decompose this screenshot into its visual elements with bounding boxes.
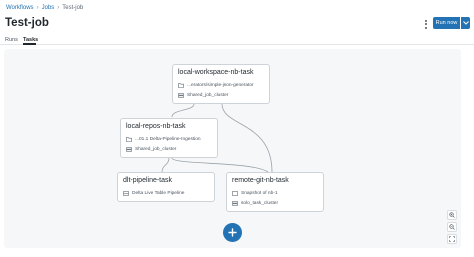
chevron-down-icon (462, 21, 469, 25)
edge-workspace-to-repos (171, 103, 195, 118)
task-title: dlt-pipeline-task (123, 177, 173, 184)
cluster-icon (178, 93, 184, 98)
chevron-right-icon: › (57, 5, 60, 11)
zoom-out-icon (449, 224, 455, 230)
task-node-local-workspace[interactable]: local-workspace-nb-task ...erators/simpl… (172, 64, 270, 104)
fit-view-button[interactable] (447, 234, 457, 244)
zoom-in-icon (449, 212, 455, 218)
cluster-icon (126, 147, 132, 152)
task-title: remote-git-nb-task (232, 177, 289, 184)
cluster-icon (232, 201, 238, 206)
breadcrumb-jobs[interactable]: Jobs (42, 5, 55, 11)
breadcrumb-workflows[interactable]: Workflows (6, 5, 34, 11)
breadcrumb: Workflows › Jobs › Test-job (6, 5, 83, 11)
task-cluster: Shared_job_cluster (126, 147, 176, 152)
task-title: local-workspace-nb-task (178, 69, 254, 76)
task-cluster: solo_task_cluster (232, 201, 278, 206)
task-node-local-repos[interactable]: local-repos-nb-task ...01.1 Delta-Pipeli… (120, 118, 218, 158)
task-git-source: Snapshot of nb-1 (232, 191, 278, 196)
edge-workspace-to-remote-git (221, 103, 273, 173)
zoom-out-button[interactable] (447, 222, 457, 232)
edge-repos-to-dlt (161, 157, 170, 173)
folder-icon (178, 83, 184, 88)
tab-runs[interactable]: Runs (5, 37, 18, 43)
task-notebook-path: ...erators/simple-json-generator (178, 83, 254, 88)
add-task-button[interactable] (223, 223, 242, 242)
task-pipeline: Delta Live Table Pipeline (123, 191, 184, 196)
folder-icon (126, 137, 132, 142)
run-now-button[interactable]: Run now (433, 17, 460, 29)
git-icon (232, 191, 238, 196)
active-tab-indicator (23, 43, 36, 45)
kebab-menu-icon[interactable] (421, 18, 431, 30)
task-cluster: Shared_job_cluster (178, 93, 228, 98)
pipeline-icon (123, 191, 129, 196)
task-title: local-repos-nb-task (126, 123, 186, 130)
dag-canvas[interactable]: local-workspace-nb-task ...erators/simpl… (4, 49, 461, 248)
breadcrumb-current[interactable]: Test-job (62, 5, 83, 11)
chevron-right-icon: › (36, 5, 39, 11)
run-options-dropdown[interactable] (461, 17, 470, 29)
fit-view-icon (449, 236, 455, 242)
tab-bar: Runs Tasks (0, 36, 474, 45)
edge-repos-to-remote-git (171, 157, 269, 173)
page-title: Test-job (5, 17, 49, 29)
task-node-remote-git[interactable]: remote-git-nb-task Snapshot of nb-1 solo… (226, 172, 324, 212)
task-node-dlt-pipeline[interactable]: dlt-pipeline-task Delta Live Table Pipel… (117, 172, 215, 202)
plus-icon (228, 228, 237, 237)
task-notebook-path: ...01.1 Delta-Pipeline-Ingestion (126, 137, 201, 142)
zoom-in-button[interactable] (447, 210, 457, 220)
